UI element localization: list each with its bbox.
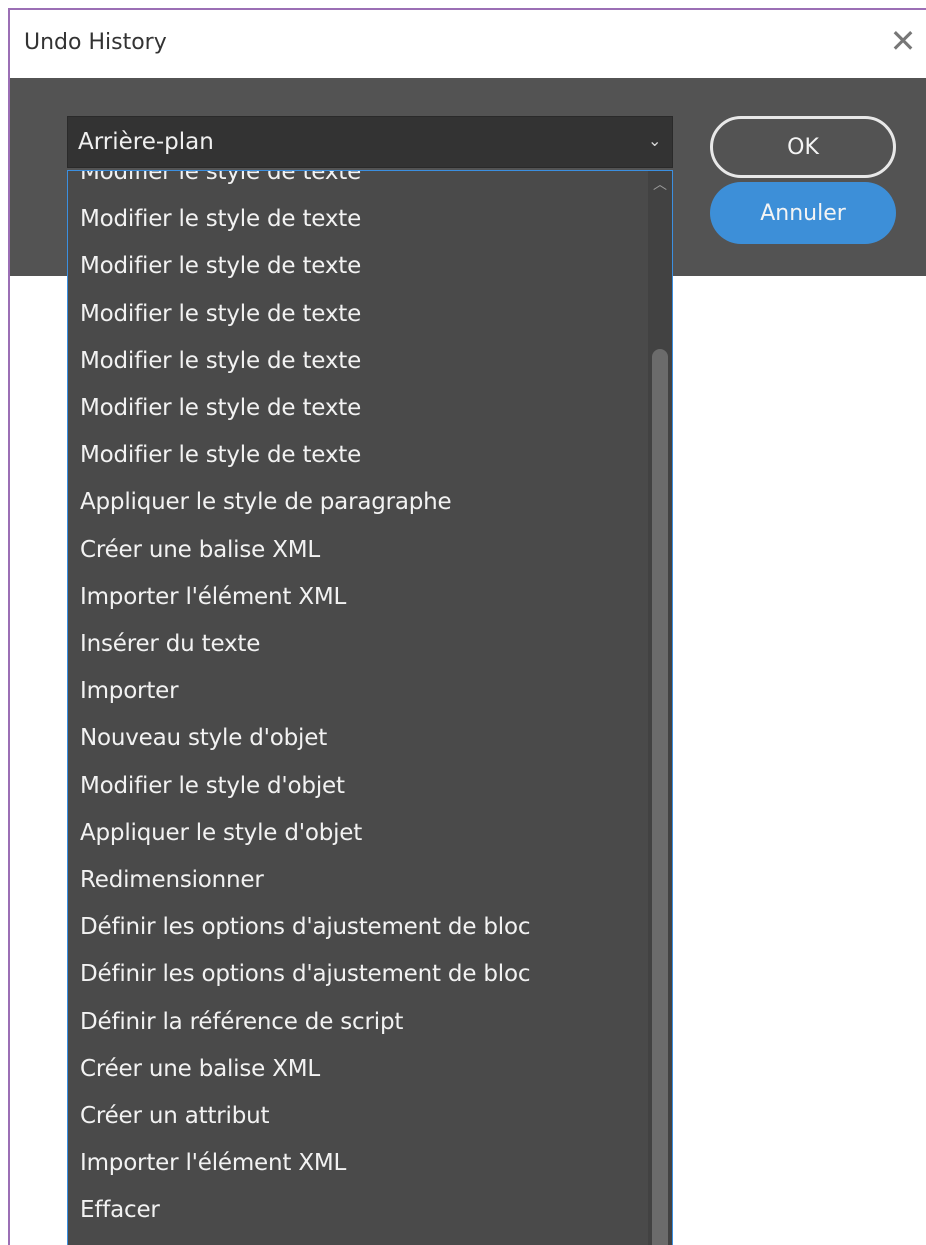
list-item[interactable]: Modifier le style de texte	[68, 291, 650, 338]
list-item[interactable]: Effacer	[68, 1187, 650, 1234]
list-item[interactable]: Appliquer le style d'objet	[68, 810, 650, 857]
dropdown-selected-value: Arrière-plan	[78, 129, 214, 155]
dialog-title: Undo History	[24, 30, 167, 55]
cancel-button[interactable]: Annuler	[710, 182, 896, 244]
history-dropdown[interactable]: Arrière-plan ⌄	[67, 116, 673, 168]
list-item[interactable]: Redimensionner	[68, 857, 650, 904]
list-item[interactable]: Modifier le style d'objet	[68, 763, 650, 810]
list-item[interactable]: Définir les options d'ajustement de bloc	[68, 951, 650, 998]
list-item[interactable]: Définir les options d'ajustement de bloc	[68, 904, 650, 951]
list-item[interactable]: Nouveau style d'objet	[68, 715, 650, 762]
list-item[interactable]: Créer une balise XML	[68, 527, 650, 574]
history-list[interactable]: Effacer Importer l'élément XML Créer un at…	[67, 170, 673, 1245]
scroll-up-icon[interactable]: ︿	[650, 175, 670, 195]
list-item[interactable]: Modifier le style de texte	[68, 385, 650, 432]
list-item[interactable]: Modifier le style de texte	[68, 432, 650, 479]
list-item[interactable]: Créer une balise XML	[68, 1046, 650, 1093]
close-icon[interactable]: ✕	[886, 24, 920, 58]
list-item[interactable]: Insérer du texte	[68, 621, 650, 668]
list-item[interactable]: Importer	[68, 668, 650, 715]
list-item[interactable]: Appliquer le style de paragraphe	[68, 479, 650, 526]
list-item[interactable]: Modifier le style de texte	[68, 243, 650, 290]
list-item[interactable]: Importer l'élément XML	[68, 1140, 650, 1187]
list-item[interactable]: Définir la référence de script	[68, 999, 650, 1046]
list-item[interactable]: Modifier le style de texte	[68, 196, 650, 243]
scrollbar[interactable]: ︿	[648, 171, 672, 1245]
scrollbar-thumb[interactable]	[652, 349, 668, 1245]
list-item[interactable]: Importer l'élément XML	[68, 574, 650, 621]
chevron-down-icon: ⌄	[648, 131, 662, 150]
list-item[interactable]: Modifier le style de texte	[68, 338, 650, 385]
title-bar: Undo History ✕	[10, 10, 926, 78]
ok-button[interactable]: OK	[710, 116, 896, 178]
undo-history-dialog: Undo History ✕ Arrière-plan ⌄ Effacer Imp…	[8, 8, 926, 1245]
list-item[interactable]: Créer un attribut	[68, 1093, 650, 1140]
list-item[interactable]: Modifier le style de texte	[68, 171, 650, 196]
